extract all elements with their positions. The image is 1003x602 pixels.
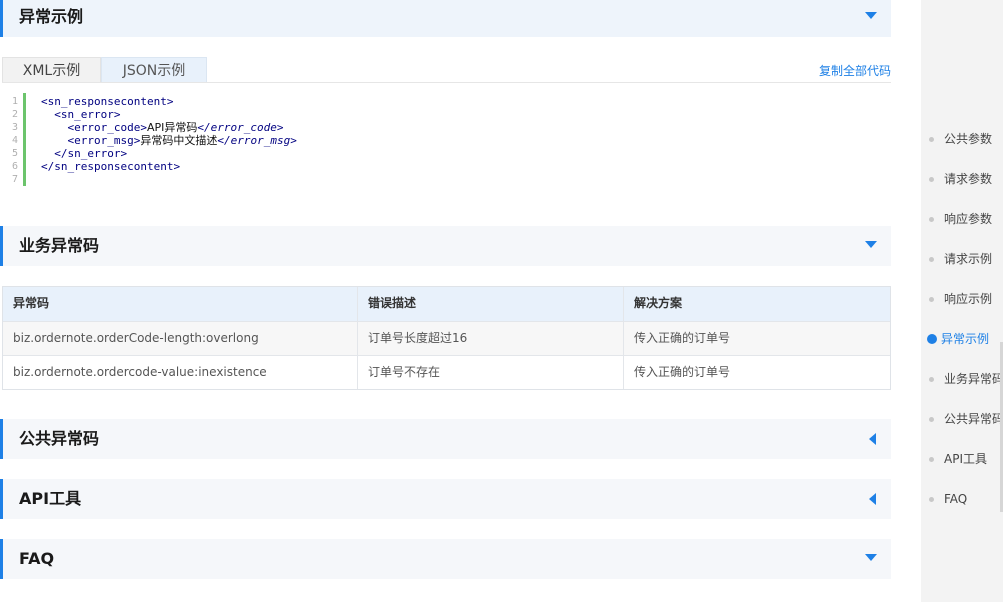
side-nav-label: 公共异常码 xyxy=(944,412,1003,426)
nav-dot-icon xyxy=(929,417,934,422)
copy-all-code-link[interactable]: 复制全部代码 xyxy=(819,62,891,79)
code-tag-close: </error_msg> xyxy=(217,134,297,147)
code-tag-open: <error_code> xyxy=(41,121,147,134)
side-nav-label: FAQ xyxy=(944,492,968,506)
section-title-faq: FAQ xyxy=(19,549,55,568)
table-cell: biz.ordernote.ordercode-value:inexistenc… xyxy=(13,365,267,379)
section-title-api-tool: API工具 xyxy=(19,489,82,508)
nav-dot-icon xyxy=(929,217,934,222)
section-title-public-codes: 公共异常码 xyxy=(19,429,100,448)
line-number: 2 xyxy=(12,109,19,120)
chevron-left-icon[interactable] xyxy=(869,493,876,505)
code-line-1: <sn_responsecontent> xyxy=(41,95,174,108)
side-nav-label: 响应参数 xyxy=(944,212,993,226)
chevron-left-icon[interactable] xyxy=(869,433,876,445)
line-number: 6 xyxy=(12,161,19,172)
code-line-4: <error_msg>异常码中文描述</error_msg> xyxy=(41,134,297,147)
table-cell: 传入正确的订单号 xyxy=(623,322,890,355)
side-nav-label: 公共参数 xyxy=(944,132,993,146)
code-line-3: <error_code>API异常码</error_code> xyxy=(41,121,283,134)
code-tag-open: <error_msg> xyxy=(41,134,141,147)
code-line-6: </sn_responsecontent> xyxy=(41,160,181,173)
code-text: 异常码中文描述 xyxy=(140,134,218,147)
side-nav-item-request-example[interactable]: 请求示例 xyxy=(921,249,1003,269)
table-header-cell: 异常码 xyxy=(13,296,50,310)
table-cell: 订单号不存在 xyxy=(357,356,623,389)
tab-json[interactable]: JSON示例 xyxy=(101,57,207,83)
section-header-public-codes[interactable]: 公共异常码 xyxy=(0,419,891,459)
side-nav-item-request-params[interactable]: 请求参数 xyxy=(921,169,1003,189)
nav-dot-icon xyxy=(929,137,934,142)
tab-xml[interactable]: XML示例 xyxy=(2,57,101,83)
side-nav-item-public-codes[interactable]: 公共异常码 xyxy=(921,409,1003,429)
biz-error-table: 异常码 错误描述 解决方案 biz.ordernote.orderCode-le… xyxy=(2,286,891,390)
code-gutter: 1 2 3 4 5 6 7 xyxy=(2,93,26,186)
side-nav-label-active: 异常示例 xyxy=(941,332,990,346)
code-tag-close: </error_code> xyxy=(197,121,284,134)
side-nav-label: 请求参数 xyxy=(944,172,993,186)
section-header-api-tool[interactable]: API工具 xyxy=(0,479,891,519)
chevron-down-icon[interactable] xyxy=(865,241,877,248)
table-cell: biz.ordernote.orderCode-length:overlong xyxy=(13,331,259,345)
line-number: 1 xyxy=(12,96,19,107)
side-nav-item-api-tool[interactable]: API工具 xyxy=(921,449,1003,469)
chevron-down-icon[interactable] xyxy=(865,12,877,19)
table-cell: 传入正确的订单号 xyxy=(623,356,890,389)
table-cell: 订单号长度超过16 xyxy=(357,322,623,355)
code-text: API异常码 xyxy=(146,121,198,134)
side-nav-item-response-example[interactable]: 响应示例 xyxy=(921,289,1003,309)
nav-dot-icon xyxy=(929,457,934,462)
section-title-example: 异常示例 xyxy=(19,7,84,26)
side-nav-label: 业务异常码 xyxy=(944,372,1003,386)
side-nav-item-error-example[interactable]: 异常示例 xyxy=(921,329,1003,349)
side-nav-label: 响应示例 xyxy=(944,292,993,306)
nav-dot-icon xyxy=(929,377,934,382)
side-nav-label: API工具 xyxy=(944,452,987,466)
section-header-biz-codes[interactable]: 业务异常码 xyxy=(0,226,891,266)
line-number: 7 xyxy=(12,174,19,185)
chevron-down-icon[interactable] xyxy=(865,554,877,561)
table-header-cell: 解决方案 xyxy=(623,287,890,321)
nav-dot-icon xyxy=(929,177,934,182)
nav-dot-icon xyxy=(929,297,934,302)
page-root: 异常示例 XML示例 JSON示例 复制全部代码 1 2 3 4 5 6 7 <… xyxy=(0,0,1003,602)
code-block: 1 2 3 4 5 6 7 <sn_responsecontent> <sn_e… xyxy=(2,93,891,186)
side-nav-item-faq[interactable]: FAQ xyxy=(921,489,1003,509)
nav-dot-active-icon xyxy=(927,334,937,344)
line-number: 5 xyxy=(12,148,19,159)
section-header-example[interactable]: 异常示例 xyxy=(0,0,891,37)
nav-dot-icon xyxy=(929,257,934,262)
side-nav-item-response-params[interactable]: 响应参数 xyxy=(921,209,1003,229)
section-header-faq[interactable]: FAQ xyxy=(0,539,891,579)
table-row: biz.ordernote.ordercode-value:inexistenc… xyxy=(3,355,890,389)
side-nav-label: 请求示例 xyxy=(944,252,993,266)
section-title-biz-codes: 业务异常码 xyxy=(19,236,100,255)
nav-dot-icon xyxy=(929,497,934,502)
code-line-2: <sn_error> xyxy=(41,108,121,121)
table-header-row: 异常码 错误描述 解决方案 xyxy=(3,287,890,321)
main-content: 异常示例 XML示例 JSON示例 复制全部代码 1 2 3 4 5 6 7 <… xyxy=(0,0,891,602)
line-number: 3 xyxy=(12,122,19,133)
side-nav-item-public-params[interactable]: 公共参数 xyxy=(921,129,1003,149)
line-number: 4 xyxy=(12,135,19,146)
table-row: biz.ordernote.orderCode-length:overlong … xyxy=(3,321,890,355)
table-header-cell: 错误描述 xyxy=(357,287,623,321)
side-nav-item-biz-codes[interactable]: 业务异常码 xyxy=(921,369,1003,389)
tab-divider xyxy=(2,82,891,83)
side-nav: 公共参数 请求参数 响应参数 请求示例 响应示例 异常示例 业务异常码 公共异常… xyxy=(921,0,1003,602)
code-line-5: </sn_error> xyxy=(41,147,128,160)
